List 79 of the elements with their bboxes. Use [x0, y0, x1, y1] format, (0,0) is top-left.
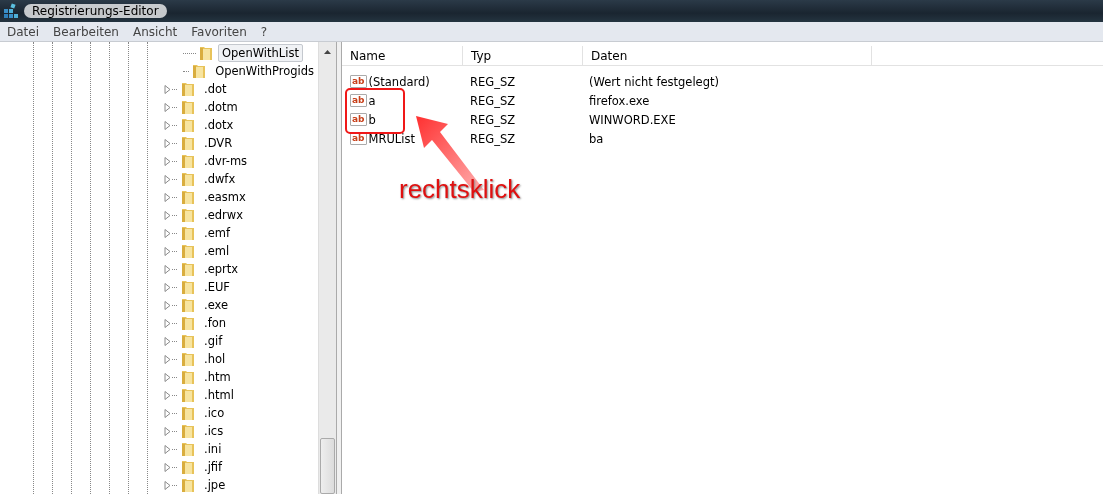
- folder-icon: [180, 315, 196, 331]
- table-cell-text: REG_SZ: [469, 131, 517, 146]
- tree-item[interactable]: .dot: [200, 80, 231, 98]
- table-cell-text: REG_SZ: [469, 74, 517, 89]
- folder-icon: [180, 81, 196, 97]
- folder-icon: [180, 351, 196, 367]
- folder-icon: [180, 207, 196, 223]
- tree-item[interactable]: .gif: [200, 332, 227, 350]
- table-cell-text: firefox.exe: [588, 93, 651, 108]
- value-name[interactable]: (Standard): [368, 74, 430, 89]
- table-cell-text: REG_SZ: [469, 93, 517, 108]
- scrollbar-thumb[interactable]: [320, 438, 335, 494]
- table-cell-text: WINWORD.EXE: [588, 112, 677, 127]
- menu-item[interactable]: Ansicht: [125, 24, 185, 39]
- value-name[interactable]: MRUList: [368, 131, 415, 146]
- string-value-icon: ab: [350, 113, 367, 126]
- value-name[interactable]: a: [368, 93, 376, 108]
- tree-item[interactable]: .hol: [200, 350, 230, 368]
- folder-icon: [180, 117, 196, 133]
- folder-icon: [198, 45, 214, 61]
- folder-icon: [180, 333, 196, 349]
- menu-item[interactable]: Favoriten: [184, 24, 254, 39]
- column-header[interactable]: Name: [342, 46, 463, 65]
- folder-icon: [180, 477, 196, 493]
- tree-item[interactable]: .jfif: [200, 458, 227, 476]
- folder-icon: [180, 171, 196, 187]
- menu-item[interactable]: Datei: [0, 24, 46, 39]
- scroll-up-icon[interactable]: [324, 50, 331, 54]
- table-cell-text: (Wert nicht festgelegt): [588, 74, 720, 89]
- tree-item[interactable]: .DVR: [200, 134, 237, 152]
- tree-item[interactable]: .exe: [200, 296, 233, 314]
- column-header[interactable]: Daten: [583, 46, 872, 65]
- folder-icon: [180, 369, 196, 385]
- folder-icon: [180, 405, 196, 421]
- annotation-label: rechtsklick: [399, 174, 521, 205]
- tree-item[interactable]: .dwfx: [200, 170, 240, 188]
- tree-item[interactable]: .ics: [200, 422, 228, 440]
- table-cell-text: REG_SZ: [469, 112, 517, 127]
- tree-item[interactable]: .fon: [200, 314, 231, 332]
- menu-item[interactable]: ?: [253, 24, 275, 39]
- tree-item[interactable]: .dotm: [200, 98, 242, 116]
- tree-item[interactable]: .edrwx: [200, 206, 247, 224]
- folder-icon: [180, 225, 196, 241]
- folder-icon: [180, 261, 196, 277]
- folder-icon: [180, 153, 196, 169]
- table-cell-text: ba: [588, 131, 605, 146]
- tree-item[interactable]: .EUF: [200, 278, 234, 296]
- string-value-icon: ab: [350, 94, 367, 107]
- folder-icon: [180, 135, 196, 151]
- folder-icon: [180, 387, 196, 403]
- tree-item[interactable]: .ico: [200, 404, 229, 422]
- tree-item[interactable]: OpenWithProgids: [211, 62, 318, 80]
- tree-item[interactable]: .htm: [200, 368, 235, 386]
- tree-item[interactable]: .easmx: [200, 188, 250, 206]
- folder-icon: [180, 279, 196, 295]
- tree-item[interactable]: .eprtx: [200, 260, 243, 278]
- tree-item[interactable]: .emf: [200, 224, 234, 242]
- folder-icon: [180, 243, 196, 259]
- string-value-icon: ab: [350, 75, 367, 88]
- tree-item[interactable]: .dotx: [200, 116, 238, 134]
- tree-item[interactable]: OpenWithList: [218, 44, 303, 62]
- folder-icon: [180, 423, 196, 439]
- folder-icon: [180, 189, 196, 205]
- tree-item[interactable]: .dvr-ms: [200, 152, 252, 170]
- menu-item[interactable]: Bearbeiten: [46, 24, 126, 39]
- folder-icon: [180, 297, 196, 313]
- window-title: Registrierungs-Editor: [24, 4, 167, 18]
- tree-item[interactable]: .html: [200, 386, 238, 404]
- value-name[interactable]: b: [368, 112, 376, 127]
- folder-icon: [180, 441, 196, 457]
- tree-item[interactable]: .ini: [200, 440, 226, 458]
- registry-cubes-icon: [3, 3, 19, 19]
- folder-icon: [180, 459, 196, 475]
- tree-item[interactable]: .jpe: [200, 476, 230, 494]
- tree-item[interactable]: .eml: [200, 242, 234, 260]
- folder-icon: [191, 63, 208, 79]
- vertical-scrollbar[interactable]: [318, 42, 336, 494]
- folder-icon: [180, 99, 196, 115]
- column-header[interactable]: Typ: [463, 46, 583, 65]
